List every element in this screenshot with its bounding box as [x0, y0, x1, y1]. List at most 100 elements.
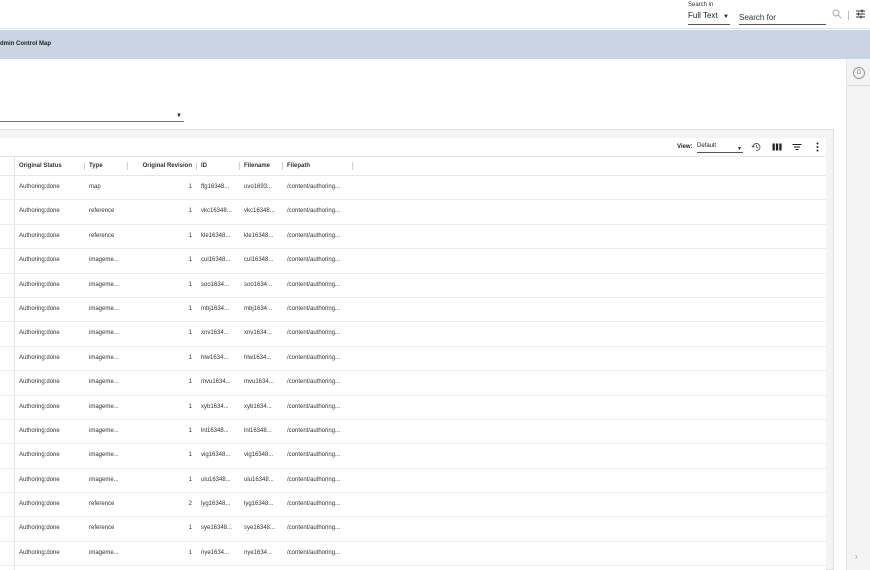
filter-settings-icon[interactable] [855, 9, 866, 19]
column-resize-handle[interactable] [239, 162, 240, 170]
cell-original-revision: 1 [188, 452, 192, 459]
cell-filename: nye1634... [244, 549, 273, 556]
rail-divider [847, 85, 870, 86]
table-body: Authoring:done map 1 ffg16348... uvo1693... /… [0, 176, 826, 567]
cell-original-revision: 1 [188, 330, 192, 337]
cell-filepath: /content/authoring... [287, 403, 341, 410]
cell-id: lyg16348... [201, 501, 231, 508]
column-resize-handle[interactable] [84, 162, 85, 170]
map-select-dropdown[interactable]: ▼ [0, 110, 184, 122]
table-row[interactable]: Authoring:done reference 1 vkc16348... vkc16… [0, 200, 826, 225]
cell-type: imageme... [89, 354, 119, 361]
column-header-type[interactable]: Type [89, 163, 103, 169]
results-panel: View: Default ▼ Original Status Type Ori… [0, 129, 834, 570]
filter-icon[interactable] [792, 142, 802, 152]
cell-filename: xyb1634... [244, 403, 272, 410]
breadcrumb-bar: dmin Control Map [0, 30, 870, 59]
cell-filename: lnl16348... [244, 427, 272, 434]
cell-original-revision: 1 [188, 257, 192, 264]
cell-type: imageme... [89, 452, 119, 459]
cell-id: sye16348... [201, 525, 233, 532]
table-row[interactable]: Authoring:done imageme... 1 ulu16348... ulu1… [0, 469, 826, 494]
search-in-label: Search in [688, 2, 714, 8]
columns-icon[interactable] [772, 142, 782, 152]
cell-original-revision: 1 [188, 427, 192, 434]
cell-id: vig16348... [201, 452, 231, 459]
history-icon[interactable] [751, 142, 762, 152]
more-options-icon[interactable] [815, 142, 820, 152]
table-row[interactable]: Authoring:done imageme... 1 soo1634... soo16… [0, 274, 826, 298]
table-row[interactable]: Authoring:done map 1 ffg16348... uvo1693... /… [0, 176, 826, 201]
table-row[interactable]: Authoring:done reference 2 lyg16348... lyg16… [0, 493, 826, 518]
cell-id: vkc16348... [201, 208, 232, 215]
cell-filepath: /content/authoring... [287, 501, 341, 508]
table-row[interactable]: Authoring:done imageme... 1 hlw1634... hlw16… [0, 347, 826, 372]
table-row[interactable]: Authoring:done imageme... 1 xnv1634... xnv16… [0, 322, 826, 347]
table-row[interactable]: Authoring:done imageme... 1 mbj1634... mbj16… [0, 298, 826, 323]
search-input[interactable] [739, 11, 826, 25]
cell-original-revision: 1 [188, 403, 192, 410]
column-header-original-status[interactable]: Original Status [19, 163, 62, 169]
column-header-filepath[interactable]: Filepath [287, 163, 310, 169]
chevron-down-icon: ▼ [176, 113, 182, 119]
column-header-original-revision[interactable]: Original Revision [140, 163, 192, 169]
cell-original-revision: 1 [188, 354, 192, 361]
cell-filepath: /content/authoring... [287, 257, 341, 264]
cell-original-status: Authoring:done [19, 184, 60, 190]
cell-filepath: /content/authoring... [287, 379, 341, 386]
table-header: Original Status Type Original Revision I… [0, 156, 826, 176]
cell-filepath: /content/authoring... [287, 305, 341, 312]
cell-filename: sye16348... [244, 525, 276, 532]
cell-original-status: Authoring:done [19, 476, 60, 483]
column-header-filename[interactable]: Filename [244, 163, 270, 169]
table-row[interactable]: Authoring:done imageme... 1 nye1634... nye16… [0, 542, 826, 567]
table-row[interactable]: Authoring:done imageme... 1 mvu1634... mvu16… [0, 371, 826, 396]
cell-id: soo1634... [201, 281, 230, 288]
cell-type: imageme... [89, 257, 119, 264]
cell-id: ffg16348... [201, 184, 230, 190]
table-row[interactable]: Authoring:done reference 1 kle16348... kle16… [0, 225, 826, 250]
cell-filepath: /content/authoring... [287, 549, 341, 556]
cell-original-revision: 1 [188, 379, 192, 386]
cell-filename: ulu16348... [244, 476, 274, 483]
top-bar: Search in Full Text ▼ [0, 0, 870, 29]
view-select[interactable]: Default ▼ [697, 142, 743, 153]
cell-filename: soo1634... [244, 281, 273, 288]
column-header-id[interactable]: ID [201, 163, 207, 169]
cell-original-revision: 1 [188, 281, 192, 288]
table-row[interactable]: Authoring:done imageme... 1 vig16348... vig1… [0, 444, 826, 469]
table-row[interactable]: Authoring:done imageme... 1 cul16348... cul1… [0, 249, 826, 274]
d-badge-icon[interactable]: D [853, 67, 865, 79]
column-resize-handle[interactable] [196, 162, 197, 170]
cell-filepath: /content/authoring... [287, 208, 341, 215]
results-grid: View: Default ▼ Original Status Type Ori… [0, 138, 826, 570]
cell-id: xyb1634... [201, 403, 229, 410]
cell-original-status: Authoring:done [19, 305, 60, 312]
cell-original-status: Authoring:done [19, 549, 60, 556]
search-icon[interactable] [832, 9, 842, 19]
cell-original-status: Authoring:done [19, 525, 60, 532]
cell-type: imageme... [89, 549, 119, 556]
cell-filename: vig16348... [244, 452, 274, 459]
table-row[interactable]: Authoring:done imageme... 1 xyb1634... xyb16… [0, 396, 826, 420]
cell-original-status: Authoring:done [19, 501, 60, 508]
cell-original-revision: 1 [188, 549, 192, 556]
cell-id: xnv1634... [201, 330, 229, 337]
cell-filename: mbj1634... [244, 305, 273, 312]
cell-original-revision: 1 [188, 232, 192, 239]
cell-original-revision: 1 [188, 208, 192, 215]
column-resize-handle[interactable] [352, 162, 353, 170]
column-resize-handle[interactable] [127, 162, 128, 170]
column-resize-handle[interactable] [282, 162, 283, 170]
search-scope-select[interactable]: Full Text ▼ [688, 11, 730, 25]
table-row[interactable]: Authoring:done imageme... 1 lnl16348... lnl1… [0, 420, 826, 445]
cell-type: imageme... [89, 427, 119, 434]
cell-original-status: Authoring:done [19, 354, 60, 361]
chevron-right-icon[interactable]: › [855, 553, 863, 561]
right-side-panel: D › [846, 59, 870, 570]
cell-id: mvu1634... [201, 379, 231, 386]
table-row[interactable]: Authoring:done reference 1 sye16348... sye16… [0, 517, 826, 542]
cell-filepath: /content/authoring... [287, 452, 341, 459]
cell-type: imageme... [89, 305, 119, 312]
breadcrumb[interactable]: dmin Control Map [0, 41, 51, 47]
